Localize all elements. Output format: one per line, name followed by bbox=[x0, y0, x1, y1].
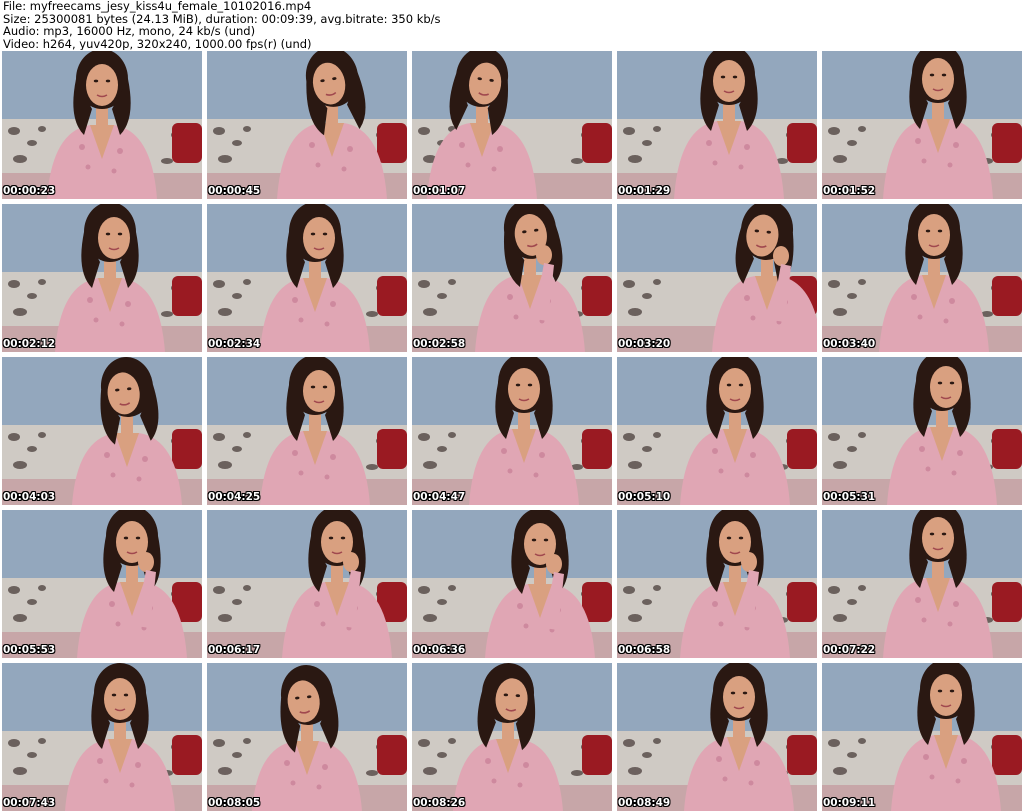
thumbnail-frame-image bbox=[617, 663, 817, 811]
video-thumbnail: 00:07:22 bbox=[822, 510, 1022, 658]
thumbnail-timestamp: 00:06:36 bbox=[413, 644, 466, 656]
video-thumbnail: 00:02:58 bbox=[412, 204, 612, 352]
thumbnail-timestamp: 00:04:47 bbox=[413, 491, 466, 503]
thumbnail-frame-image bbox=[2, 357, 202, 505]
thumbnail-timestamp: 00:02:12 bbox=[3, 338, 56, 350]
thumbnail-timestamp: 00:08:26 bbox=[413, 797, 466, 809]
thumbnail-grid: 00:00:23 00:00:45 00:01:07 00:01:29 00:0… bbox=[2, 51, 1022, 811]
video-thumbnail: 00:08:49 bbox=[617, 663, 817, 811]
video-thumbnail: 00:04:25 bbox=[207, 357, 407, 505]
video-thumbnail: 00:05:31 bbox=[822, 357, 1022, 505]
thumbnail-frame-image bbox=[412, 663, 612, 811]
video-info-line: Video: h264, yuv420p, 320x240, 1000.00 f… bbox=[3, 37, 312, 50]
file-size-line: Size: 25300081 bytes (24.13 MiB), durati… bbox=[3, 12, 441, 25]
file-info-header: File: myfreecams_jesy_kiss4u_female_1010… bbox=[3, 0, 1021, 50]
thumbnail-timestamp: 00:05:53 bbox=[3, 644, 56, 656]
video-thumbnail: 00:06:58 bbox=[617, 510, 817, 658]
thumbnail-frame-image bbox=[207, 357, 407, 505]
thumbnail-timestamp: 00:04:03 bbox=[3, 491, 56, 503]
video-thumbnail: 00:03:20 bbox=[617, 204, 817, 352]
thumbnail-timestamp: 00:06:17 bbox=[208, 644, 261, 656]
thumbnail-timestamp: 00:07:22 bbox=[823, 644, 876, 656]
video-thumbnail: 00:04:03 bbox=[2, 357, 202, 505]
thumbnail-timestamp: 00:09:11 bbox=[823, 797, 876, 809]
thumbnail-timestamp: 00:03:20 bbox=[618, 338, 671, 350]
thumbnail-timestamp: 00:07:43 bbox=[3, 797, 56, 809]
video-thumbnail: 00:00:45 bbox=[207, 51, 407, 199]
thumbnail-frame-image bbox=[207, 51, 407, 199]
thumbnail-frame-image bbox=[2, 51, 202, 199]
video-thumbnail: 00:01:29 bbox=[617, 51, 817, 199]
thumbnail-frame-image bbox=[822, 51, 1022, 199]
thumbnail-frame-image bbox=[617, 510, 817, 658]
thumbnail-frame-image bbox=[822, 357, 1022, 505]
thumbnail-frame-image bbox=[2, 510, 202, 658]
thumbnail-timestamp: 00:00:23 bbox=[3, 185, 56, 197]
thumbnail-frame-image bbox=[207, 204, 407, 352]
video-thumbnail: 00:07:43 bbox=[2, 663, 202, 811]
video-thumbnail: 00:00:23 bbox=[2, 51, 202, 199]
video-thumbnail: 00:06:17 bbox=[207, 510, 407, 658]
video-thumbnail: 00:02:12 bbox=[2, 204, 202, 352]
thumbnail-timestamp: 00:08:49 bbox=[618, 797, 671, 809]
video-thumbnail: 00:06:36 bbox=[412, 510, 612, 658]
video-thumbnail: 00:08:26 bbox=[412, 663, 612, 811]
thumbnail-timestamp: 00:04:25 bbox=[208, 491, 261, 503]
thumbnail-frame-image bbox=[412, 204, 612, 352]
thumbnail-frame-image bbox=[412, 510, 612, 658]
thumbnail-timestamp: 00:01:29 bbox=[618, 185, 671, 197]
thumbnail-timestamp: 00:06:58 bbox=[618, 644, 671, 656]
video-thumbnail: 00:08:05 bbox=[207, 663, 407, 811]
thumbnail-frame-image bbox=[822, 204, 1022, 352]
thumbnail-frame-image bbox=[617, 51, 817, 199]
thumbnail-timestamp: 00:05:10 bbox=[618, 491, 671, 503]
thumbnail-timestamp: 00:02:58 bbox=[413, 338, 466, 350]
thumbnail-timestamp: 00:01:52 bbox=[823, 185, 876, 197]
thumbnail-frame-image bbox=[412, 357, 612, 505]
thumbnail-frame-image bbox=[207, 510, 407, 658]
thumbnail-frame-image bbox=[2, 663, 202, 811]
video-thumbnail: 00:09:11 bbox=[822, 663, 1022, 811]
video-thumbnail: 00:05:10 bbox=[617, 357, 817, 505]
video-thumbnail: 00:01:52 bbox=[822, 51, 1022, 199]
thumbnail-frame-image bbox=[822, 510, 1022, 658]
thumbnail-frame-image bbox=[412, 51, 612, 199]
file-name-line: File: myfreecams_jesy_kiss4u_female_1010… bbox=[3, 0, 312, 13]
audio-info-line: Audio: mp3, 16000 Hz, mono, 24 kb/s (und… bbox=[3, 25, 256, 38]
video-thumbnail: 00:01:07 bbox=[412, 51, 612, 199]
video-thumbnail: 00:02:34 bbox=[207, 204, 407, 352]
thumbnail-frame-image bbox=[822, 663, 1022, 811]
thumbnail-timestamp: 00:03:40 bbox=[823, 338, 876, 350]
thumbnail-frame-image bbox=[617, 357, 817, 505]
video-thumbnail: 00:03:40 bbox=[822, 204, 1022, 352]
thumbnail-timestamp: 00:01:07 bbox=[413, 185, 466, 197]
video-thumbnail: 00:05:53 bbox=[2, 510, 202, 658]
thumbnail-timestamp: 00:00:45 bbox=[208, 185, 261, 197]
thumbnail-timestamp: 00:05:31 bbox=[823, 491, 876, 503]
thumbnail-timestamp: 00:08:05 bbox=[208, 797, 261, 809]
thumbnail-frame-image bbox=[2, 204, 202, 352]
thumbnail-frame-image bbox=[207, 663, 407, 811]
video-thumbnail: 00:04:47 bbox=[412, 357, 612, 505]
thumbnail-frame-image bbox=[617, 204, 817, 352]
thumbnail-timestamp: 00:02:34 bbox=[208, 338, 261, 350]
